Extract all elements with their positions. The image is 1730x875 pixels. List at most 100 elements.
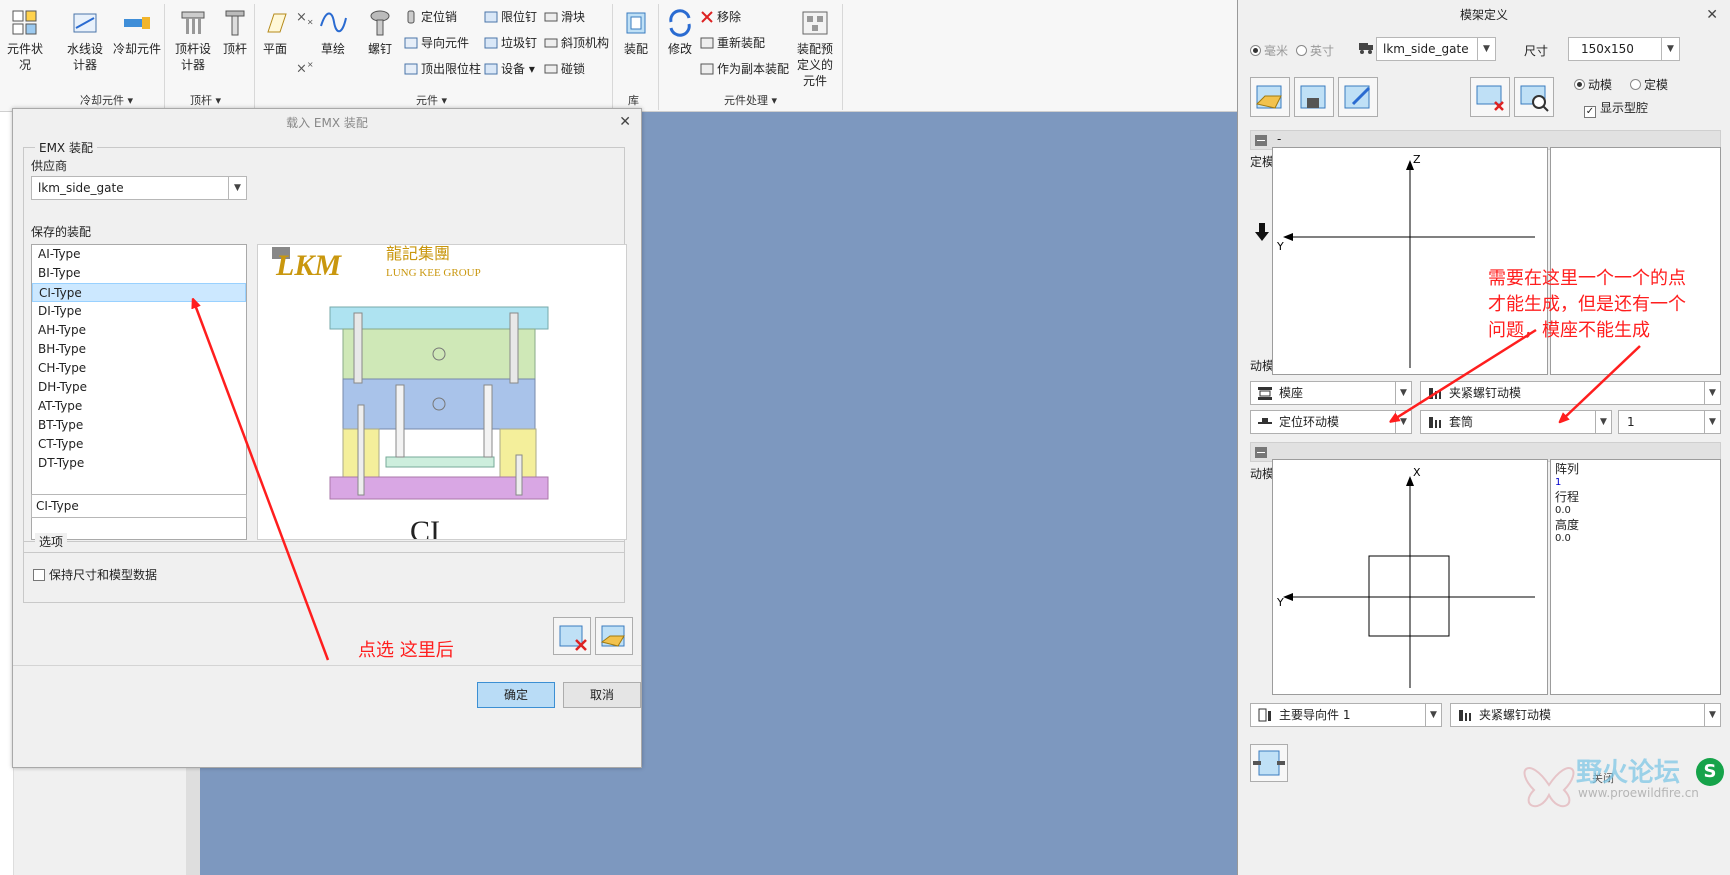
assemble-as-copy-icon: [700, 63, 714, 75]
stop-pin-button[interactable]: 限位钉: [484, 8, 537, 26]
assemble-predefined-button[interactable]: 装配预定义的元件: [790, 8, 840, 89]
close-icon[interactable]: ✕: [619, 114, 631, 130]
size-select[interactable]: 150x150 ▼: [1568, 37, 1680, 61]
chevron-down-icon[interactable]: ▼: [1425, 704, 1441, 726]
sleeve-select[interactable]: 套筒 ▼: [1420, 410, 1612, 434]
locating-ring-select[interactable]: 定位环动模 ▼: [1250, 410, 1412, 434]
assembly-list-item[interactable]: DT-Type: [32, 454, 246, 473]
checkbox-box[interactable]: [33, 569, 45, 581]
ejector-stop-button[interactable]: 顶出限位柱: [404, 60, 481, 78]
close-icon[interactable]: ✕: [1706, 7, 1718, 23]
assembly-list-item[interactable]: BI-Type: [32, 264, 246, 283]
ejector-pin-button[interactable]: 顶杆: [220, 8, 250, 57]
chevron-down-icon[interactable]: ▼: [1395, 382, 1411, 404]
supplier-select[interactable]: lkm_side_gate ▼: [31, 176, 247, 200]
sketch-button[interactable]: 草绘: [318, 8, 348, 57]
supplier-select[interactable]: lkm_side_gate ▼: [1376, 37, 1496, 61]
preview-frame-button[interactable]: [1514, 77, 1554, 117]
clamp-screw-moving-select[interactable]: 夹紧螺钉动模 ▼: [1420, 381, 1721, 405]
chevron-down-icon[interactable]: ▼: [1704, 382, 1720, 404]
ok-button[interactable]: 确定: [477, 682, 555, 708]
edit-assembly-button[interactable]: [1338, 77, 1378, 117]
screw-button[interactable]: 螺钉: [364, 8, 396, 57]
stop-button-button[interactable]: 垃圾钉: [484, 34, 537, 52]
assemble-button[interactable]: 装配: [620, 8, 652, 57]
assembly-list-item[interactable]: CI-Type: [32, 283, 246, 302]
chevron-down-icon[interactable]: ▼: [228, 177, 246, 199]
remove-icon: [701, 11, 713, 23]
bottom-view-canvas[interactable]: X Y: [1272, 459, 1548, 695]
component-settings-button[interactable]: [1250, 744, 1288, 782]
chevron-down-icon[interactable]: ▼: [1477, 38, 1495, 60]
group-separator: [164, 4, 165, 110]
assemble-as-copy-button[interactable]: 作为副本装配: [700, 60, 789, 78]
open-assembly-button[interactable]: [595, 617, 633, 655]
assembly-list-item[interactable]: BT-Type: [32, 416, 246, 435]
latch-lock-button[interactable]: 碰锁: [544, 60, 585, 78]
cooling-component-button[interactable]: 冷却元件: [112, 8, 162, 57]
assembly-list-item[interactable]: CT-Type: [32, 435, 246, 454]
unit-mm-radio[interactable]: 毫米: [1250, 42, 1288, 59]
annotation-note-left: 点选 这里后: [358, 640, 454, 661]
chevron-down-icon[interactable]: ▼: [1395, 411, 1411, 433]
arrow-down-icon[interactable]: [1254, 222, 1270, 242]
load-assembly-button[interactable]: [1250, 77, 1290, 117]
fixed-side-radio[interactable]: 定模: [1630, 76, 1668, 93]
load-emx-assembly-dialog: 载入 EMX 装配 ✕ EMX 装配 供应商 lkm_side_gate ▼ 保…: [12, 108, 642, 768]
group-label-cooling[interactable]: 冷却元件 ▾: [80, 92, 133, 108]
main-guide-select[interactable]: 主要导向件 1 ▼: [1250, 703, 1442, 727]
group-label-component[interactable]: 元件 ▾: [416, 92, 447, 108]
guide-pin-icon: [1258, 708, 1271, 722]
assembly-list-item[interactable]: BH-Type: [32, 340, 246, 359]
assembly-list-item[interactable]: AT-Type: [32, 397, 246, 416]
moving-side-radio[interactable]: 动模: [1574, 76, 1612, 93]
fixed-side-label: 定模: [1250, 155, 1275, 169]
axis-tool-icon[interactable]: ××: [296, 10, 314, 27]
collapse-icon[interactable]: [1255, 135, 1267, 146]
chevron-down-icon[interactable]: ▼: [1661, 38, 1679, 60]
checkbox-box[interactable]: ✓: [1584, 106, 1596, 118]
assembly-list-item[interactable]: DH-Type: [32, 378, 246, 397]
reassemble-button[interactable]: 重新装配: [700, 34, 765, 52]
clamp-plate-select[interactable]: 模座 ▼: [1250, 381, 1412, 405]
delete-frame-button[interactable]: [1470, 77, 1510, 117]
assembly-preview: LKM 龍記集團 LUNG KEE GROUP CI: [257, 244, 627, 540]
lifter-button[interactable]: 斜顶机构: [544, 34, 609, 52]
watermark-url: www.proewildfire.cn: [1578, 786, 1699, 800]
collapse-icon[interactable]: [1255, 447, 1267, 458]
ribbon-toolbar: 元件状况 水线设计器 冷却元件 冷却元件 ▾ 顶杆设计器 顶杆 顶杆 ▾ 平面 …: [0, 0, 1240, 112]
quantity-select[interactable]: 1 ▼: [1618, 410, 1721, 434]
slider-button[interactable]: 滑块: [544, 8, 585, 26]
assembly-list-item[interactable]: AH-Type: [32, 321, 246, 340]
chevron-down-icon[interactable]: ▼: [1704, 411, 1720, 433]
group-label-component-handling[interactable]: 元件处理 ▾: [724, 92, 777, 108]
delete-assembly-button[interactable]: [553, 617, 591, 655]
save-assembly-button[interactable]: [1294, 77, 1334, 117]
chevron-down-icon[interactable]: ▼: [1704, 704, 1720, 726]
dowel-pin-button[interactable]: 定位销: [404, 8, 457, 26]
annotation-note-right: 需要在这里一个一个的点才能生成，但是还有一个问题，模座不能生成: [1488, 268, 1686, 341]
waterline-designer-button[interactable]: 水线设计器: [60, 8, 110, 73]
moving-side-label: 动模: [1250, 467, 1275, 481]
cooling-component-icon: [124, 17, 150, 29]
unit-inch-radio[interactable]: 英寸: [1296, 42, 1334, 59]
assembly-list-item[interactable]: DI-Type: [32, 302, 246, 321]
chevron-down-icon[interactable]: ▼: [1595, 411, 1611, 433]
cancel-button[interactable]: 取消: [563, 682, 641, 708]
group-label-ejector[interactable]: 顶杆 ▾: [190, 92, 221, 108]
modify-button[interactable]: 修改: [664, 8, 696, 57]
app-badge-icon[interactable]: S: [1696, 758, 1724, 786]
ejector-designer-button[interactable]: 顶杆设计器: [168, 8, 218, 73]
show-cavity-checkbox[interactable]: ✓ 显示型腔: [1584, 99, 1648, 118]
equipment-button[interactable]: 设备 ▾: [484, 60, 535, 78]
point-tool-icon[interactable]: ××: [296, 60, 314, 76]
assembly-list-item[interactable]: AI-Type: [32, 245, 246, 264]
clamp-screw-moving-select-bottom[interactable]: 夹紧螺钉动模 ▼: [1450, 703, 1721, 727]
assembly-name-field[interactable]: CI-Type: [31, 494, 247, 518]
guide-component-button[interactable]: 导向元件: [404, 34, 469, 52]
remove-button[interactable]: 移除: [700, 8, 741, 26]
plane-button[interactable]: 平面: [260, 8, 290, 57]
keep-dimensions-checkbox[interactable]: 保持尺寸和模型数据: [33, 566, 157, 583]
component-status-button[interactable]: 元件状况: [2, 8, 48, 73]
assembly-list-item[interactable]: CH-Type: [32, 359, 246, 378]
